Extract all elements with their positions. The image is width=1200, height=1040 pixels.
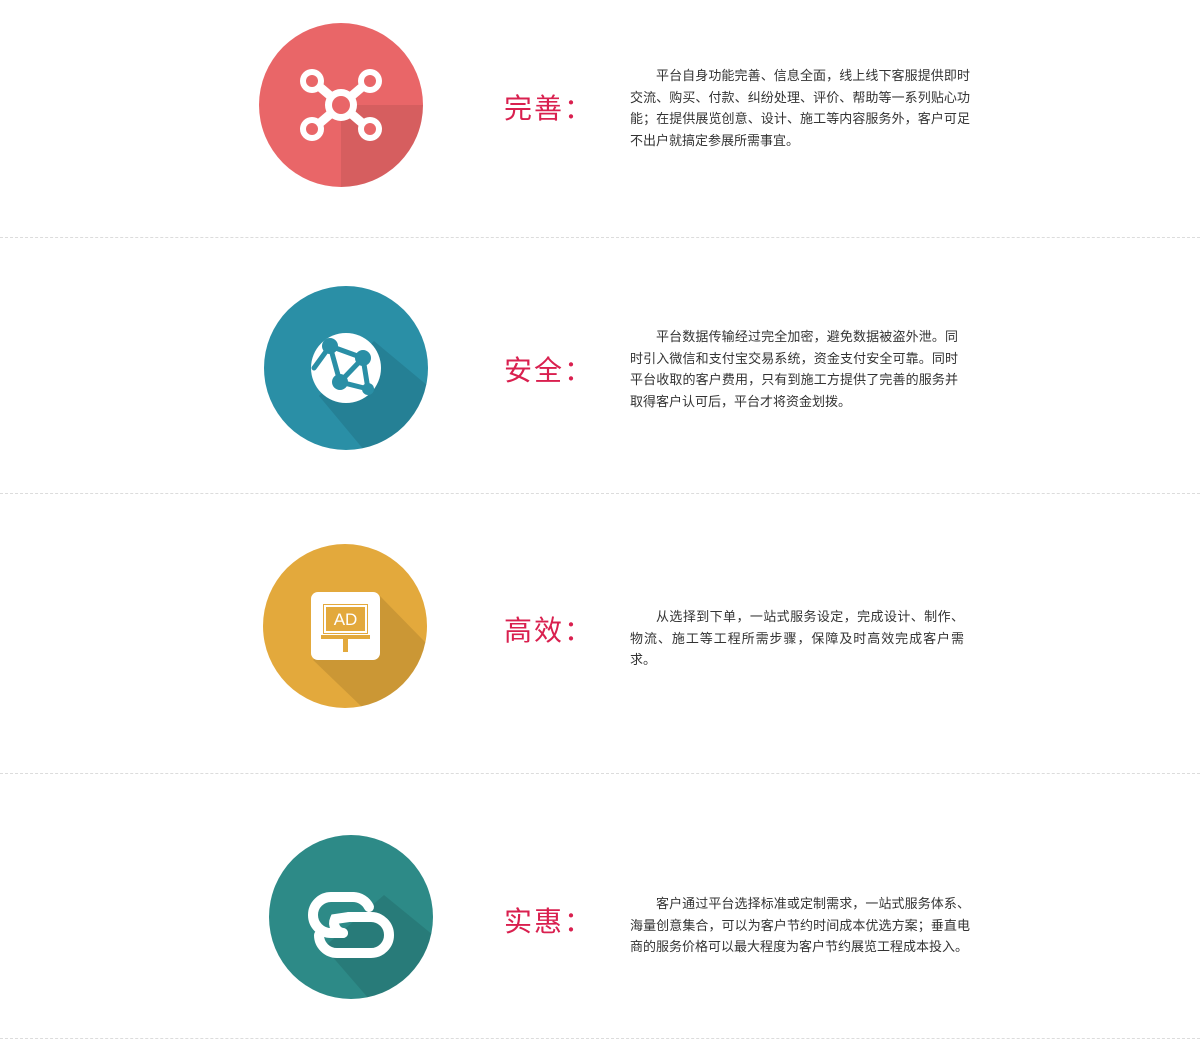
network-hub-icon (259, 23, 423, 187)
feature-description: 客户通过平台选择标准或定制需求，一站式服务体系、海量创意集合，可以为客户节约时间… (630, 897, 970, 955)
section-divider (0, 493, 1200, 494)
feature-title: 高效： (504, 614, 595, 647)
section-divider (0, 237, 1200, 238)
ad-board-icon: AD (263, 544, 427, 708)
feature-description: 平台数据传输经过完全加密，避免数据被盗外泄。同时引入微信和支付宝交易系统，资金支… (630, 330, 958, 410)
section-divider (0, 773, 1200, 774)
feature-title: 安全： (504, 354, 595, 387)
globe-network-icon (264, 286, 428, 450)
section-divider (0, 1038, 1200, 1039)
feature-title: 完善： (504, 92, 595, 125)
link-chain-icon (269, 835, 433, 999)
feature-description: 从选择到下单，一站式服务设定，完成设计、制作、物流、施工等工程所需步骤，保障及时… (630, 610, 964, 668)
feature-title: 实惠： (504, 905, 595, 938)
feature-description: 平台自身功能完善、信息全面，线上线下客服提供即时交流、购买、付款、纠纷处理、评价… (630, 69, 970, 149)
ad-text: AD (334, 610, 358, 629)
